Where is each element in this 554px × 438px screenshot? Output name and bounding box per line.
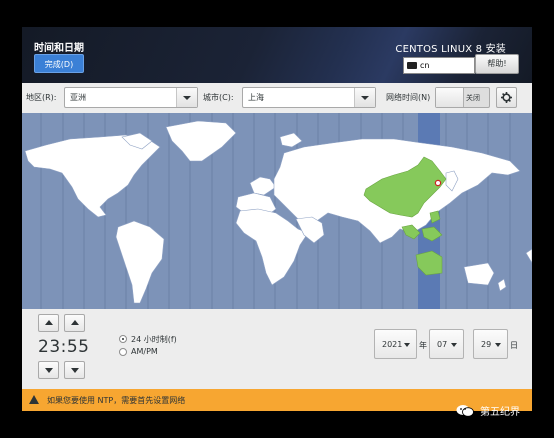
city-marker-icon[interactable]: [434, 179, 442, 187]
city-value: 上海: [248, 93, 264, 102]
minute-up-button[interactable]: [64, 314, 85, 332]
format-24h-label[interactable]: 24 小时制(f): [131, 334, 177, 345]
ntp-state: 关闭: [466, 94, 480, 102]
hour-up-button[interactable]: [38, 314, 59, 332]
region-value: 亚洲: [70, 93, 86, 102]
wechat-icon: [456, 405, 474, 417]
day-value: 29: [481, 340, 492, 349]
region-label: 地区(R):: [26, 93, 57, 102]
region-combo[interactable]: 亚洲: [64, 87, 198, 108]
time-display: 23:55: [38, 337, 90, 357]
toggle-knob[interactable]: [436, 88, 464, 107]
watermark-text: 第五纪界: [480, 407, 520, 418]
date-time-panel: 23:55 24 小时制(f) AM/PM 2021 年 07 29 日: [22, 309, 532, 389]
done-button[interactable]: 完成(D): [34, 54, 84, 73]
hour-down-button[interactable]: [38, 361, 59, 379]
header-bar: 时间和日期 完成(D) CENTOS LINUX 8 安装 cn 帮助!: [22, 27, 532, 83]
chevron-down-icon[interactable]: [354, 88, 375, 107]
city-label: 城市(C):: [203, 93, 234, 102]
year-combo[interactable]: 2021: [374, 329, 417, 359]
chevron-down-icon: [404, 343, 410, 347]
minute-down-button[interactable]: [64, 361, 85, 379]
format-24h-radio[interactable]: [119, 335, 127, 343]
day-suffix: 日: [510, 341, 518, 350]
installer-window: 时间和日期 完成(D) CENTOS LINUX 8 安装 cn 帮助! 地区(…: [22, 27, 532, 411]
chevron-down-icon[interactable]: [176, 88, 197, 107]
month-value: 07: [437, 340, 448, 349]
year-suffix: 年: [419, 341, 427, 350]
ntp-toggle[interactable]: 关闭: [435, 87, 490, 108]
day-combo[interactable]: 29: [473, 329, 508, 359]
timezone-toolbar: 地区(R): 亚洲 城市(C): 上海 网络时间(N) 关闭: [22, 83, 532, 113]
timezone-map[interactable]: [22, 113, 532, 309]
warning-text: 如果您要使用 NTP，需要首先设置网络: [47, 396, 186, 405]
ntp-config-button[interactable]: [496, 87, 517, 108]
month-combo[interactable]: 07: [429, 329, 464, 359]
ntp-label: 网络时间(N): [386, 93, 431, 102]
keyboard-layout-indicator[interactable]: cn: [403, 57, 475, 74]
world-map[interactable]: [22, 113, 532, 309]
keyboard-icon: [407, 62, 417, 69]
format-ampm-label[interactable]: AM/PM: [131, 347, 158, 356]
format-ampm-radio[interactable]: [119, 348, 127, 356]
product-title: CENTOS LINUX 8 安装: [395, 44, 506, 55]
help-button[interactable]: 帮助!: [475, 54, 519, 74]
keyboard-layout-label: cn: [420, 61, 430, 70]
land-masses: [24, 120, 532, 304]
city-combo[interactable]: 上海: [242, 87, 376, 108]
chevron-down-icon: [451, 343, 457, 347]
gear-icon: [501, 92, 512, 103]
warning-icon: [29, 395, 39, 404]
chevron-down-icon: [495, 343, 501, 347]
page-title: 时间和日期: [34, 43, 84, 54]
year-value: 2021: [382, 340, 403, 349]
